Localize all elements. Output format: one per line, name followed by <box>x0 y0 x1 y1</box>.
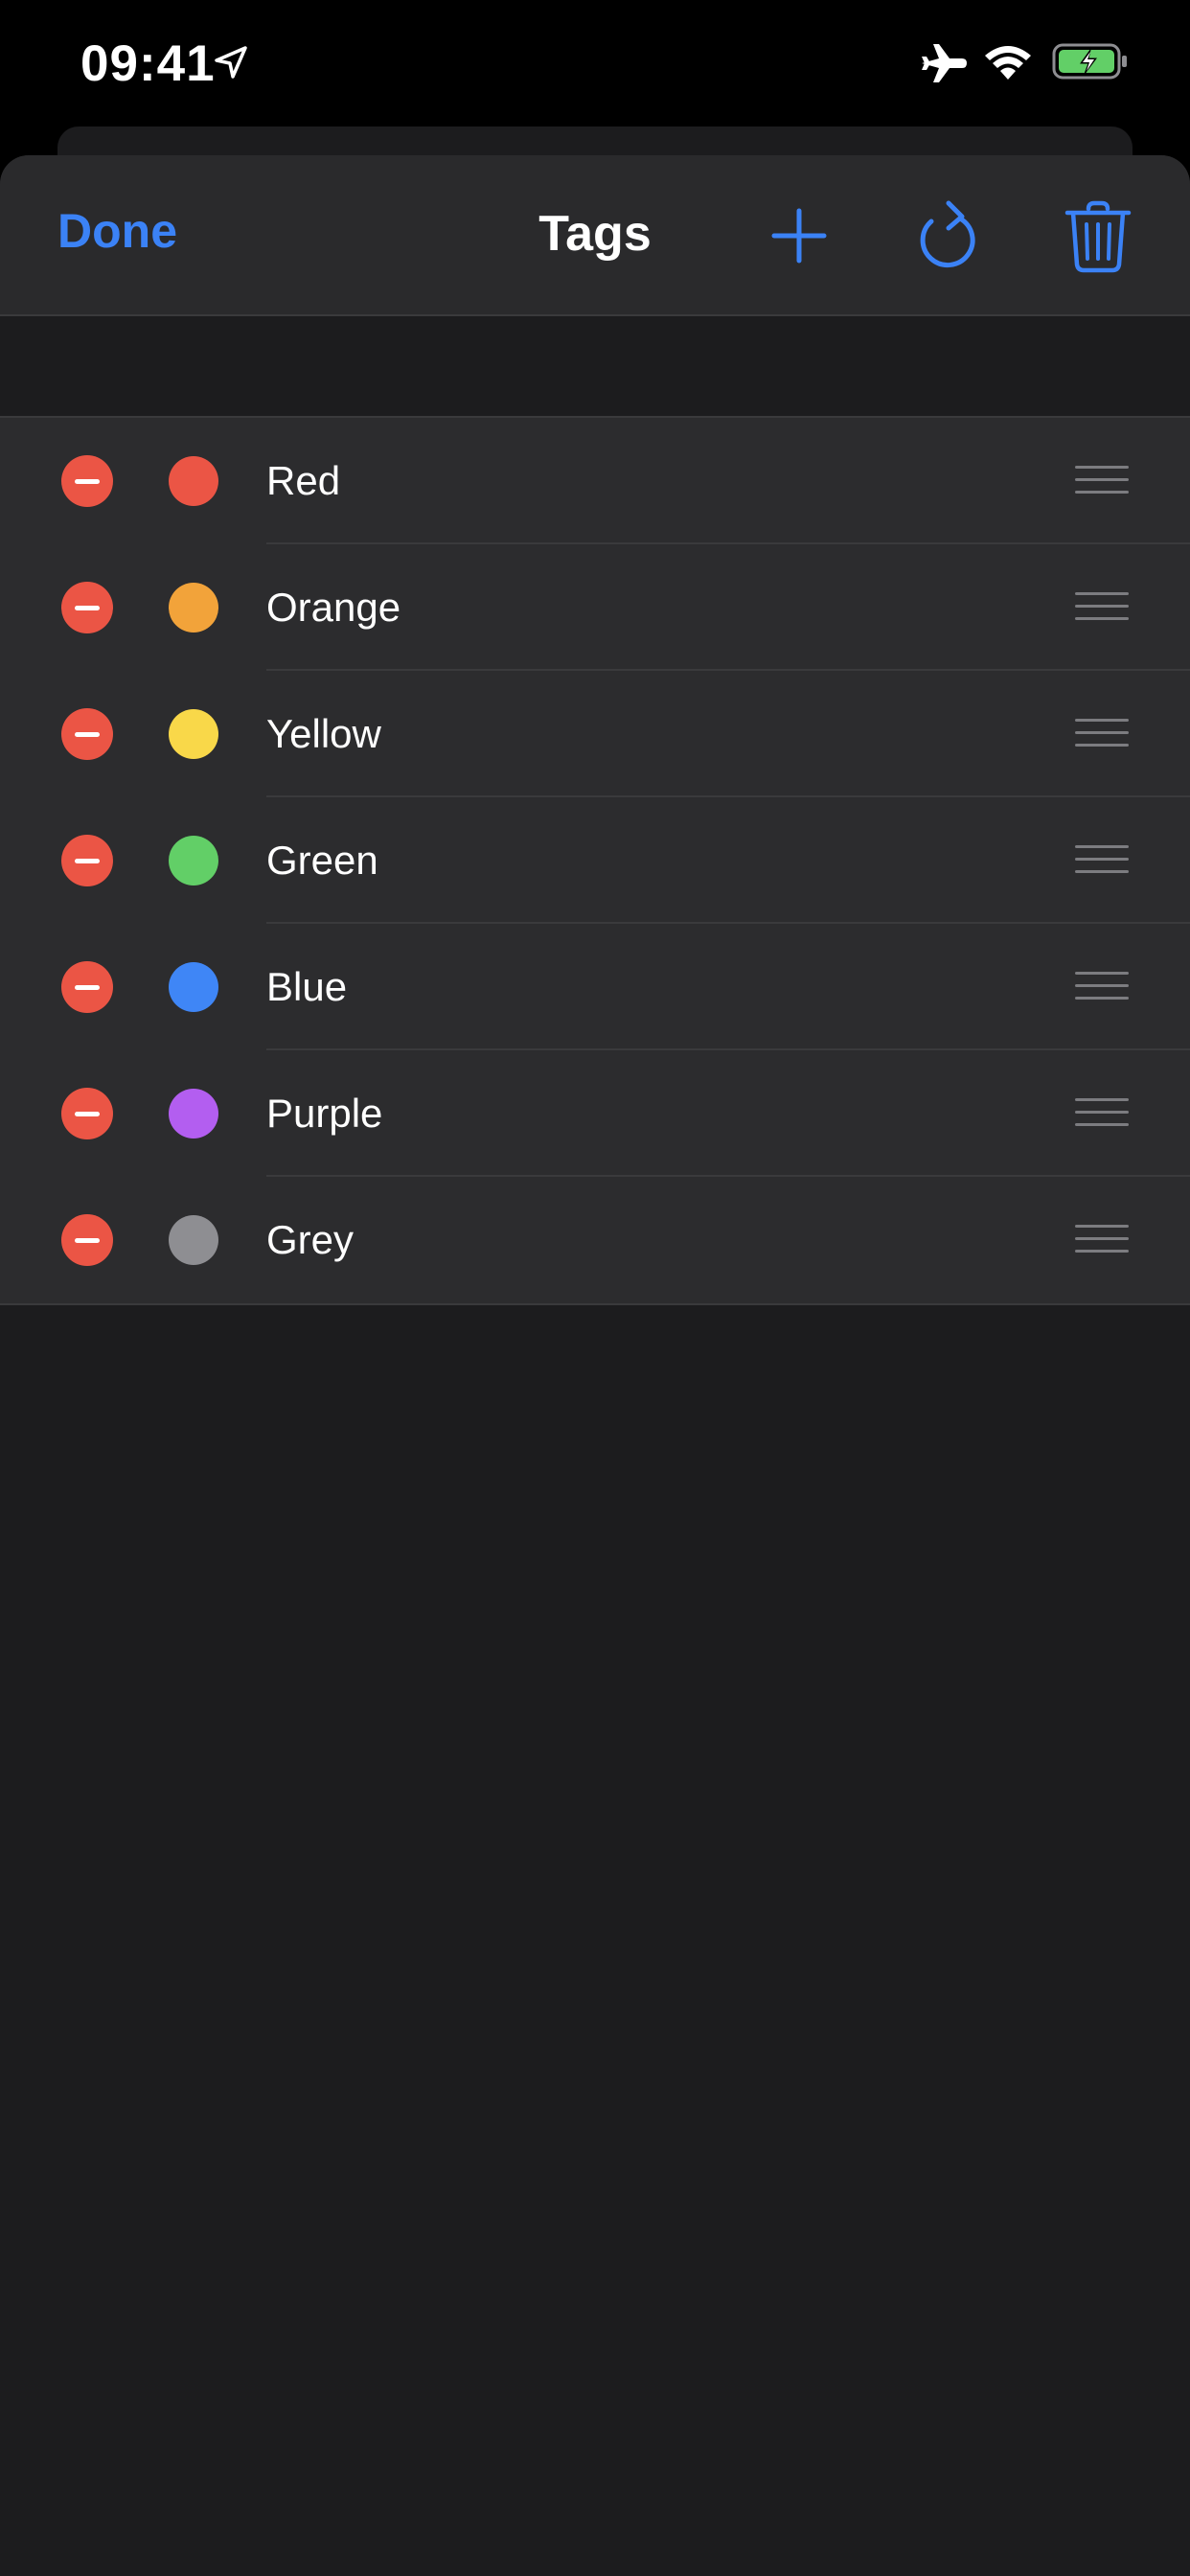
navigation-bar: Done Tags <box>0 155 1190 316</box>
reorder-handle-icon[interactable] <box>1075 1096 1129 1131</box>
minus-icon <box>75 732 100 737</box>
reorder-handle-icon[interactable] <box>1075 717 1129 751</box>
tag-row-green[interactable]: Green <box>0 797 1190 924</box>
reorder-handle-icon[interactable] <box>1075 970 1129 1004</box>
tag-label: Red <box>266 458 341 503</box>
delete-tag-button[interactable] <box>61 1088 113 1139</box>
tag-label: Orange <box>266 585 401 630</box>
tag-row-yellow[interactable]: Yellow <box>0 671 1190 797</box>
tag-color-dot <box>169 583 218 632</box>
location-arrow-icon <box>213 44 249 80</box>
status-time: 09:41 <box>80 35 216 92</box>
delete-tag-button[interactable] <box>61 835 113 886</box>
section-spacer <box>0 316 1190 416</box>
tag-row-red[interactable]: Red <box>0 418 1190 544</box>
reorder-handle-icon[interactable] <box>1075 464 1129 498</box>
status-bar: 09:41 <box>0 0 1190 125</box>
tags-sheet: Done Tags Red Orange Yellow Green Blue P… <box>0 155 1190 2576</box>
battery-charging-icon <box>1052 42 1129 80</box>
minus-icon <box>75 985 100 990</box>
tag-label: Grey <box>266 1217 355 1262</box>
minus-icon <box>75 606 100 610</box>
tag-row-orange[interactable]: Orange <box>0 544 1190 671</box>
tag-color-dot <box>169 456 218 506</box>
tag-row-blue[interactable]: Blue <box>0 924 1190 1050</box>
tag-label: Yellow <box>266 711 381 756</box>
tag-label: Purple <box>266 1091 383 1136</box>
reorder-handle-icon[interactable] <box>1075 1223 1129 1257</box>
delete-tag-button[interactable] <box>61 582 113 633</box>
tag-label: Blue <box>266 964 348 1009</box>
done-button[interactable]: Done <box>57 203 177 259</box>
delete-tag-button[interactable] <box>61 1214 113 1266</box>
minus-icon <box>75 859 100 863</box>
add-tag-button[interactable] <box>761 197 837 274</box>
minus-icon <box>75 1112 100 1116</box>
tag-row-purple[interactable]: Purple <box>0 1050 1190 1177</box>
delete-tag-button[interactable] <box>61 961 113 1013</box>
refresh-icon <box>920 200 975 268</box>
delete-tag-button[interactable] <box>61 455 113 507</box>
reorder-handle-icon[interactable] <box>1075 590 1129 625</box>
minus-icon <box>75 479 100 484</box>
airplane-mode-icon <box>920 42 968 84</box>
tag-color-dot <box>169 962 218 1012</box>
tag-list: Red Orange Yellow Green Blue Purple Grey <box>0 416 1190 1305</box>
trash-icon <box>1064 200 1132 273</box>
page-title: Tags <box>538 206 652 262</box>
tag-color-dot <box>169 836 218 886</box>
delete-tag-button[interactable] <box>61 708 113 760</box>
tag-color-dot <box>169 709 218 759</box>
trash-button[interactable] <box>1060 197 1136 274</box>
wifi-icon <box>983 42 1033 82</box>
plus-icon <box>771 208 827 264</box>
tag-row-grey[interactable]: Grey <box>0 1177 1190 1303</box>
reorder-handle-icon[interactable] <box>1075 843 1129 878</box>
refresh-button[interactable] <box>910 197 987 274</box>
tag-color-dot <box>169 1215 218 1265</box>
minus-icon <box>75 1238 100 1243</box>
tag-color-dot <box>169 1089 218 1138</box>
tag-label: Green <box>266 838 378 883</box>
